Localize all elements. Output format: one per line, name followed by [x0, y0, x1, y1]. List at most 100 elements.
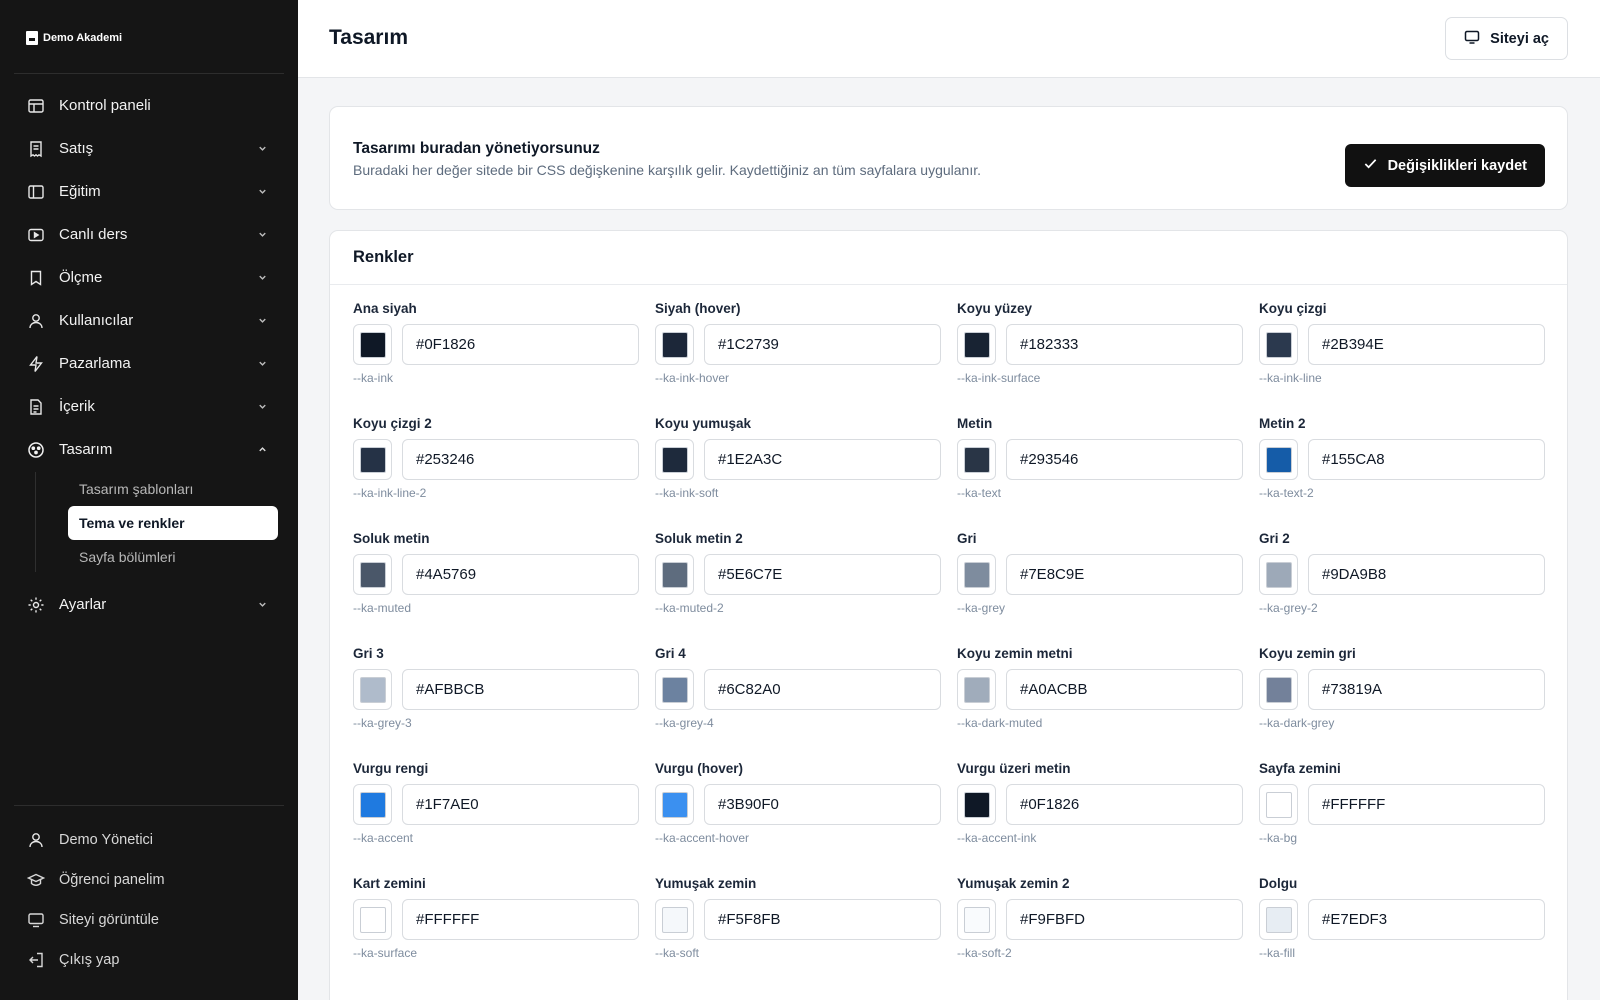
color-hex-input[interactable]: [1006, 899, 1243, 940]
color-picker-button[interactable]: [957, 784, 996, 825]
sidebar-item-label: Öğrenci panelim: [59, 872, 165, 888]
chevron-down-icon[interactable]: [256, 186, 268, 198]
color-hex-input[interactable]: [704, 439, 941, 480]
chevron-up-icon[interactable]: [256, 444, 268, 456]
color-hex-input[interactable]: [1006, 324, 1243, 365]
subnav-item[interactable]: Sayfa bölümleri: [68, 540, 278, 574]
chevron-down-icon[interactable]: [256, 599, 268, 611]
color-picker-button[interactable]: [655, 439, 694, 480]
sidebar-item-ogrenci-panelim[interactable]: Öğrenci panelim: [14, 860, 284, 900]
color-picker-button[interactable]: [353, 669, 392, 710]
color-picker-button[interactable]: [655, 324, 694, 365]
color-hex-input[interactable]: [402, 439, 639, 480]
color-field-row: [957, 554, 1244, 595]
sidebar-item-icerik[interactable]: İçerik: [14, 385, 284, 428]
save-changes-button[interactable]: Değişiklikleri kaydet: [1344, 144, 1545, 187]
color-picker-button[interactable]: [1259, 554, 1298, 595]
color-picker-button[interactable]: [1259, 899, 1298, 940]
color-picker-button[interactable]: [1259, 439, 1298, 480]
color-hex-input[interactable]: [704, 784, 941, 825]
subnav-item[interactable]: Tema ve renkler: [68, 506, 278, 540]
color-field: Gri --ka-grey: [957, 531, 1244, 615]
color-field-label: Yumuşak zemin: [655, 876, 757, 891]
chevron-down-icon[interactable]: [256, 315, 268, 327]
color-picker-button[interactable]: [957, 669, 996, 710]
sidebar-divider: [14, 73, 284, 74]
color-hex-input[interactable]: [1308, 669, 1545, 710]
chevron-down-icon[interactable]: [256, 272, 268, 284]
color-field-row: [353, 554, 640, 595]
color-swatch: [1265, 791, 1292, 818]
sidebar-item-olcme[interactable]: Ölçme: [14, 256, 284, 299]
color-field-row: [353, 669, 640, 710]
color-picker-button[interactable]: [1259, 669, 1298, 710]
subnav-item[interactable]: Tasarım şablonları: [68, 472, 278, 506]
color-picker-button[interactable]: [655, 899, 694, 940]
color-picker-button[interactable]: [957, 899, 996, 940]
color-hex-input[interactable]: [704, 669, 941, 710]
chevron-down-icon[interactable]: [256, 229, 268, 241]
css-variable-name: --ka-ink: [353, 371, 394, 385]
sidebar-item-label: Canlı ders: [59, 226, 128, 243]
color-picker-button[interactable]: [655, 554, 694, 595]
color-hex-input[interactable]: [1308, 439, 1545, 480]
color-picker-button[interactable]: [1259, 324, 1298, 365]
color-field-row: [655, 554, 942, 595]
sidebar-item-egitim[interactable]: Eğitim: [14, 170, 284, 213]
open-site-button[interactable]: Siteyi aç: [1445, 17, 1568, 60]
sidebar-item-cikis-yap[interactable]: Çıkış yap: [14, 940, 284, 980]
chevron-down-icon[interactable]: [256, 143, 268, 155]
color-hex-input[interactable]: [704, 554, 941, 595]
color-field: Metin --ka-text: [957, 416, 1244, 500]
color-picker-button[interactable]: [353, 899, 392, 940]
color-hex-input[interactable]: [704, 899, 941, 940]
color-picker-button[interactable]: [353, 784, 392, 825]
color-picker-button[interactable]: [353, 324, 392, 365]
color-hex-input[interactable]: [1006, 784, 1243, 825]
sidebar-item-canli-ders[interactable]: Canlı ders: [14, 213, 284, 256]
color-picker-button[interactable]: [655, 669, 694, 710]
color-hex-input[interactable]: [1006, 554, 1243, 595]
sidebar-item-siteyi-goruntule[interactable]: Siteyi görüntüle: [14, 900, 284, 940]
sidebar-item-pazarlama[interactable]: Pazarlama: [14, 342, 284, 385]
color-hex-input[interactable]: [402, 899, 639, 940]
color-hex-input[interactable]: [402, 669, 639, 710]
chevron-down-icon[interactable]: [256, 358, 268, 370]
color-field-label: Koyu yüzey: [957, 301, 1033, 316]
color-swatch: [661, 791, 688, 818]
css-variable-name: --ka-surface: [353, 946, 418, 960]
color-hex-input[interactable]: [1308, 554, 1545, 595]
color-hex-input[interactable]: [1006, 439, 1243, 480]
color-hex-input[interactable]: [402, 324, 639, 365]
color-hex-input[interactable]: [1308, 784, 1545, 825]
color-hex-input[interactable]: [402, 784, 639, 825]
css-variable-name: --ka-accent-ink: [957, 831, 1037, 845]
sidebar-item-kullanicilar[interactable]: Kullanıcılar: [14, 299, 284, 342]
sidebar-item-satis[interactable]: Satış: [14, 127, 284, 170]
color-hex-input[interactable]: [1308, 324, 1545, 365]
sidebar-item-label: Satış: [59, 140, 94, 157]
color-picker-button[interactable]: [353, 439, 392, 480]
color-hex-input[interactable]: [704, 324, 941, 365]
color-field: Koyu çizgi --ka-ink-line: [1259, 301, 1546, 385]
color-picker-button[interactable]: [655, 784, 694, 825]
chevron-down-icon[interactable]: [256, 401, 268, 413]
sidebar-divider: [14, 805, 284, 806]
color-picker-button[interactable]: [957, 324, 996, 365]
color-picker-button[interactable]: [957, 439, 996, 480]
css-variable-name: --ka-text: [957, 486, 1002, 500]
sidebar-item-kontrol-paneli[interactable]: Kontrol paneli: [14, 84, 284, 127]
color-field-label: Soluk metin: [353, 531, 430, 546]
sidebar-item-tasarim[interactable]: Tasarım: [14, 428, 284, 471]
color-hex-input[interactable]: [1006, 669, 1243, 710]
color-hex-input[interactable]: [402, 554, 639, 595]
color-hex-input[interactable]: [1308, 899, 1545, 940]
color-picker-button[interactable]: [1259, 784, 1298, 825]
color-field-row: [655, 439, 942, 480]
color-picker-button[interactable]: [957, 554, 996, 595]
color-picker-button[interactable]: [353, 554, 392, 595]
sidebar-item-demo-yonetici[interactable]: Demo Yönetici: [14, 820, 284, 860]
sidebar-item-ayarlar[interactable]: Ayarlar: [14, 583, 284, 626]
brand[interactable]: Demo Akademi: [26, 31, 122, 45]
brand-name: Demo Akademi: [43, 32, 123, 44]
